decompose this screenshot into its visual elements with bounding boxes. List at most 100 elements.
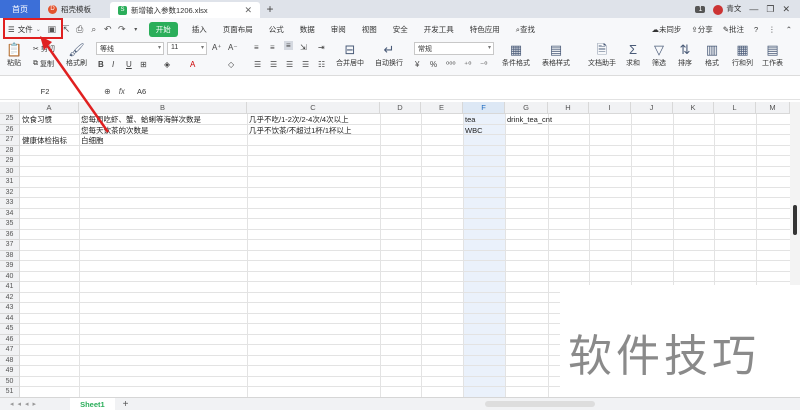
row-col-button[interactable]: ▦ 行和列 bbox=[732, 42, 753, 68]
copy-button[interactable]: ⧉ 复制 bbox=[33, 59, 54, 69]
tab-template[interactable]: D 稻壳模板 bbox=[40, 0, 110, 18]
column-header-selected[interactable]: F bbox=[463, 102, 505, 114]
redo-icon[interactable]: ↷ bbox=[115, 24, 129, 35]
clear-icon[interactable]: ◇ bbox=[228, 60, 234, 69]
tab-features[interactable]: 特色应用 bbox=[462, 24, 508, 35]
number-format-select[interactable]: 常规 ▾ bbox=[414, 42, 494, 55]
cell-F26[interactable]: WBC bbox=[463, 126, 483, 136]
align-bottom-icon[interactable]: ≡ bbox=[284, 41, 293, 50]
row-header[interactable]: 30 bbox=[0, 166, 20, 177]
cell-C25[interactable]: 几乎不吃/1-2次/2-4次/4次以上 bbox=[247, 115, 349, 125]
sort-button[interactable]: ⇅ 排序 bbox=[678, 42, 692, 68]
row-header[interactable]: 43 bbox=[0, 303, 20, 314]
column-header[interactable]: C bbox=[247, 102, 380, 114]
row-header[interactable]: 36 bbox=[0, 229, 20, 240]
column-header[interactable]: H bbox=[548, 102, 589, 114]
thousands-icon[interactable]: ⁰⁰⁰ bbox=[446, 60, 456, 69]
doc-helper-button[interactable]: 🗎 文档助手 bbox=[588, 42, 616, 68]
cell-A25[interactable]: 饮食习惯 bbox=[20, 115, 52, 125]
close-tab-icon[interactable]: ✕ bbox=[244, 5, 252, 16]
row-header[interactable]: 40 bbox=[0, 271, 20, 282]
merge-center-button[interactable]: ⊟ 合并居中 bbox=[336, 42, 364, 68]
column-header[interactable]: G bbox=[505, 102, 548, 114]
paste-button[interactable]: 📋 粘贴 bbox=[6, 42, 22, 68]
window-count-badge[interactable]: 1 bbox=[695, 5, 706, 13]
column-header[interactable]: B bbox=[79, 102, 247, 114]
row-header[interactable]: 37 bbox=[0, 240, 20, 251]
scroll-thumb[interactable] bbox=[793, 205, 797, 235]
sheet-tab[interactable]: Sheet1 bbox=[70, 397, 115, 410]
row-header[interactable]: 34 bbox=[0, 208, 20, 219]
row-header[interactable]: 41 bbox=[0, 282, 20, 293]
font-size-select[interactable]: 11 ▾ bbox=[167, 42, 207, 55]
row-header[interactable]: 33 bbox=[0, 198, 20, 209]
font-color-icon[interactable]: A bbox=[190, 60, 195, 69]
decrease-font-icon[interactable]: A⁻ bbox=[228, 43, 238, 52]
cell-G25[interactable]: drink_tea_cnt bbox=[505, 115, 552, 125]
orientation-icon[interactable]: ⇲ bbox=[300, 43, 307, 52]
distribute-icon[interactable]: ☷ bbox=[318, 60, 325, 69]
tab-formulas[interactable]: 公式 bbox=[261, 24, 292, 35]
row-header[interactable]: 50 bbox=[0, 376, 20, 387]
percent-icon[interactable]: % bbox=[430, 60, 437, 69]
wrap-text-button[interactable]: ↵ 自动换行 bbox=[375, 42, 403, 68]
underline-icon[interactable]: U bbox=[126, 60, 132, 69]
worksheet-button[interactable]: ▤ 工作表 bbox=[762, 42, 783, 68]
cut-button[interactable]: ✂ 剪切 bbox=[33, 44, 55, 54]
select-all-corner[interactable] bbox=[0, 102, 20, 114]
sum-button[interactable]: Σ 求和 bbox=[626, 42, 640, 68]
row-header[interactable]: 26 bbox=[0, 124, 20, 135]
sheet-nav-arrows[interactable]: ◂◂◂▸ bbox=[10, 400, 40, 408]
row-header[interactable]: 31 bbox=[0, 177, 20, 188]
tab-data[interactable]: 数据 bbox=[292, 24, 323, 35]
align-middle-icon[interactable]: ≡ bbox=[270, 43, 275, 52]
tab-security[interactable]: 安全 bbox=[385, 24, 416, 35]
row-header[interactable]: 49 bbox=[0, 366, 20, 377]
font-name-select[interactable]: 等线 ▾ bbox=[96, 42, 164, 55]
column-header[interactable]: J bbox=[631, 102, 673, 114]
name-box[interactable]: F2 bbox=[0, 87, 90, 96]
row-header[interactable]: 38 bbox=[0, 250, 20, 261]
increase-decimal-icon[interactable]: ⁺⁰ bbox=[464, 60, 471, 69]
tab-review[interactable]: 审阅 bbox=[323, 24, 354, 35]
new-tab-button[interactable]: + bbox=[260, 0, 280, 18]
tab-page-layout[interactable]: 页面布局 bbox=[215, 24, 261, 35]
align-left-icon[interactable]: ☰ bbox=[254, 60, 261, 69]
tab-start[interactable]: 开始 bbox=[148, 21, 178, 37]
row-header[interactable]: 42 bbox=[0, 292, 20, 303]
column-header[interactable]: L bbox=[714, 102, 756, 114]
italic-icon[interactable]: I bbox=[112, 60, 114, 69]
minimize-icon[interactable]: — bbox=[749, 4, 758, 14]
justify-icon[interactable]: ☰ bbox=[302, 60, 309, 69]
tab-file[interactable]: S 新增输入参数1206.xlsx ✕ bbox=[110, 2, 260, 18]
bold-icon[interactable]: B bbox=[98, 60, 104, 69]
formula-input[interactable]: A6 bbox=[137, 87, 146, 96]
cell-B25[interactable]: 您每周吃虾、蟹、蛤蜊等海鲜次数是 bbox=[79, 115, 201, 125]
row-header[interactable]: 39 bbox=[0, 261, 20, 272]
row-header[interactable]: 29 bbox=[0, 156, 20, 167]
cell-F25[interactable]: tea bbox=[463, 115, 475, 125]
zoom-icon[interactable]: ⊕ bbox=[104, 87, 111, 96]
column-header[interactable]: K bbox=[673, 102, 714, 114]
filter-button[interactable]: ▽ 筛选 bbox=[652, 42, 666, 68]
tab-insert[interactable]: 插入 bbox=[184, 24, 215, 35]
undo-icon[interactable]: ↶ bbox=[101, 24, 115, 35]
format-painter-button[interactable]: 🖌 格式刷 bbox=[66, 42, 87, 68]
tab-developer[interactable]: 开发工具 bbox=[416, 24, 462, 35]
horizontal-scrollbar[interactable] bbox=[485, 401, 595, 407]
row-header[interactable]: 27 bbox=[0, 135, 20, 146]
comment-button[interactable]: ✎批注 bbox=[723, 24, 744, 35]
print-preview-icon[interactable]: ⌕ bbox=[87, 24, 101, 35]
column-header[interactable]: D bbox=[380, 102, 421, 114]
share-button[interactable]: ⇪分享 bbox=[691, 24, 712, 35]
add-sheet-button[interactable]: + bbox=[123, 399, 129, 410]
align-right-icon[interactable]: ☰ bbox=[286, 60, 293, 69]
decrease-decimal-icon[interactable]: ⁻⁰ bbox=[480, 60, 487, 69]
user-menu[interactable]: 青文 bbox=[713, 3, 741, 15]
row-header[interactable]: 25 bbox=[0, 114, 20, 125]
column-header[interactable]: A bbox=[20, 102, 79, 114]
row-header[interactable]: 46 bbox=[0, 334, 20, 345]
table-style-button[interactable]: ▤ 表格样式 bbox=[542, 42, 570, 68]
column-header[interactable]: E bbox=[421, 102, 463, 114]
tab-view[interactable]: 视图 bbox=[354, 24, 385, 35]
